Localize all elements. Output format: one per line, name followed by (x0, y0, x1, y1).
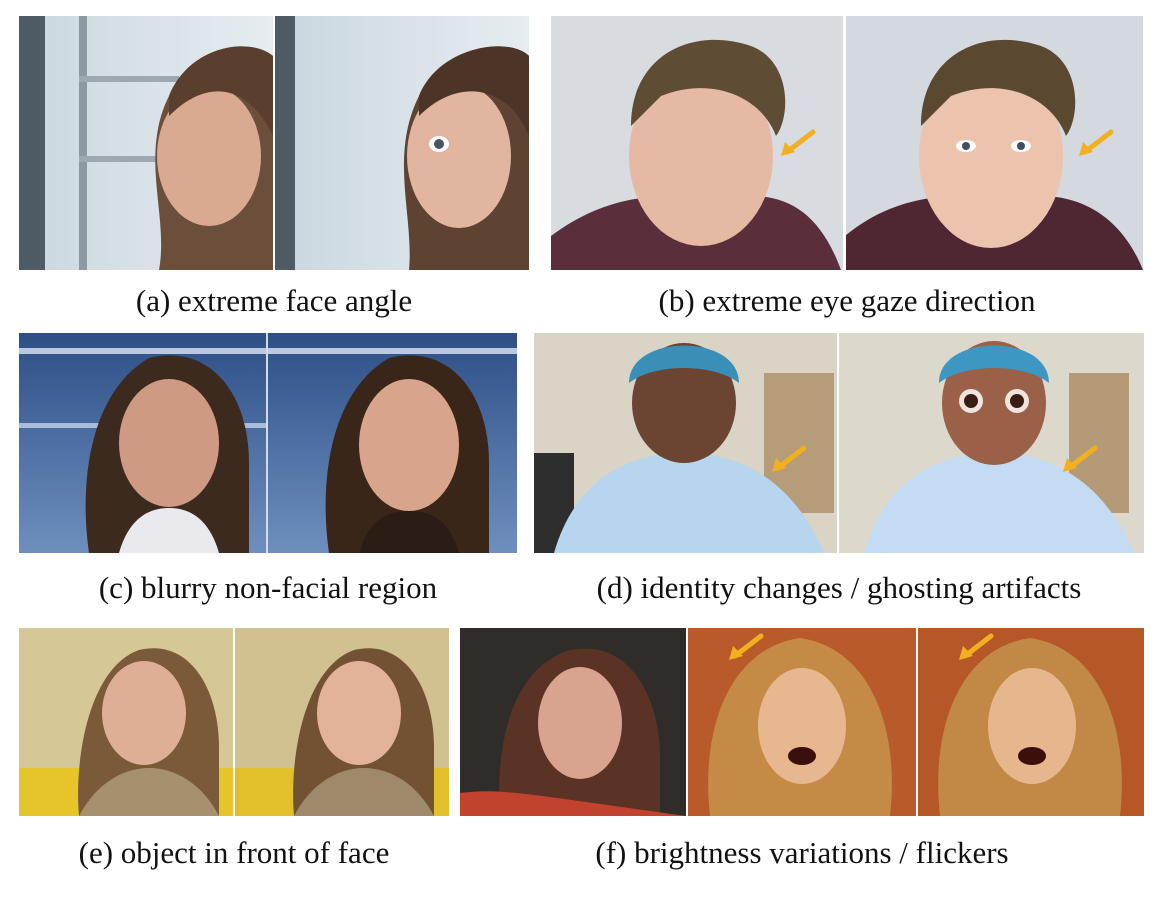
arrow-icon (729, 633, 764, 660)
arrow-icon (959, 633, 994, 660)
figure-e-image (19, 628, 449, 816)
arrow-icon (772, 445, 807, 472)
caption-b: (b) extreme eye gaze direction (658, 283, 1036, 318)
figure-f-image (460, 628, 1144, 816)
caption-c: (c) blurry non-facial region (98, 570, 438, 605)
caption-e: (e) object in front of face (78, 835, 390, 870)
figure-d-image (534, 333, 1144, 553)
caption-f: (f) brightness variations / flickers (595, 835, 1009, 870)
arrow-icon (781, 129, 816, 156)
caption-d: (d) identity changes / ghosting artifact… (596, 570, 1082, 605)
figure-a-image (19, 16, 529, 270)
figure-b-image (551, 16, 1143, 270)
caption-a: (a) extreme face angle (135, 283, 413, 318)
figure-c-image (19, 333, 517, 553)
arrow-icon (1063, 445, 1098, 472)
arrow-icon (1079, 129, 1114, 156)
